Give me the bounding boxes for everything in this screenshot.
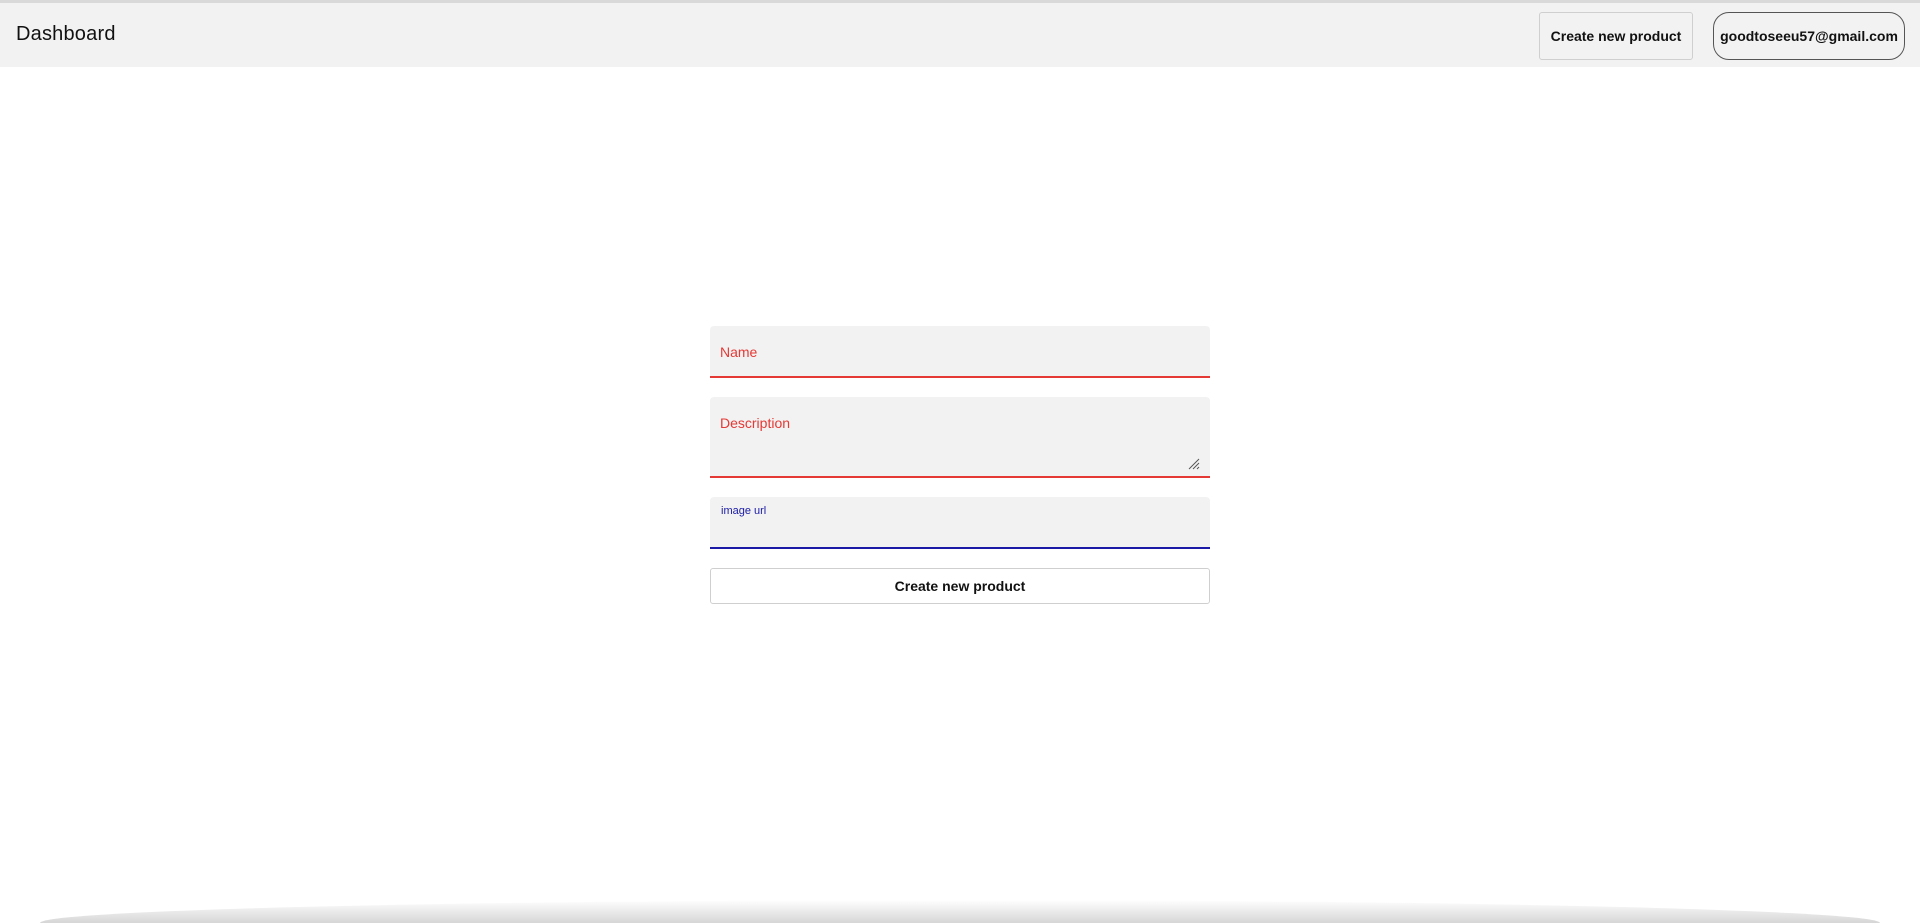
name-field-label: Name bbox=[720, 344, 758, 360]
image-url-field-label: image url bbox=[721, 505, 767, 517]
user-account-button[interactable]: goodtoseeu57@gmail.com bbox=[1713, 12, 1905, 60]
resize-handle-icon[interactable] bbox=[1188, 458, 1200, 470]
page-title: Dashboard bbox=[16, 23, 116, 45]
bottom-shadow bbox=[40, 900, 1880, 923]
description-field[interactable]: Description bbox=[710, 397, 1210, 478]
image-url-field[interactable]: image url bbox=[710, 497, 1210, 549]
create-product-submit-button[interactable]: Create new product bbox=[710, 568, 1210, 604]
name-field[interactable]: Name bbox=[710, 326, 1210, 378]
header-create-product-button[interactable]: Create new product bbox=[1539, 12, 1693, 60]
app-header: Dashboard Create new product goodtoseeu5… bbox=[0, 3, 1920, 67]
description-field-label: Description bbox=[720, 415, 791, 431]
